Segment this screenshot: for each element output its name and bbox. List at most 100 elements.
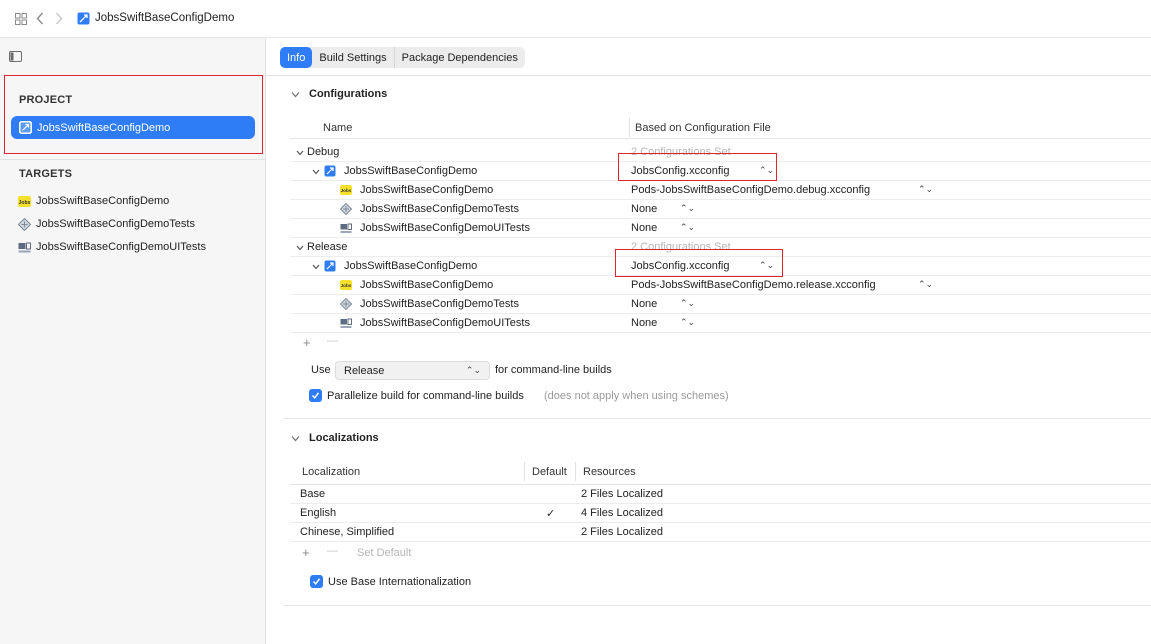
config-file-popup[interactable]: None [631, 317, 657, 329]
command-line-config-select[interactable]: Release ⌃⌄ [335, 361, 490, 380]
toolbar: JobsSwiftBaseConfigDemo [0, 0, 1151, 38]
updown-arrows-icon[interactable]: ⌃⌄ [680, 298, 695, 309]
config-file-popup[interactable]: Pods-JobsSwiftBaseConfigDemo.debug.xccon… [631, 184, 870, 196]
config-target-label: JobsSwiftBaseConfigDemoTests [360, 203, 519, 215]
highlight-box [4, 75, 263, 154]
tab-build-settings[interactable]: Build Settings [312, 47, 395, 68]
unit-test-icon [18, 217, 31, 231]
chevron-down-icon[interactable] [312, 168, 320, 176]
localization-row[interactable]: Base 2 Files Localized [290, 485, 1151, 504]
set-default-button[interactable]: Set Default [357, 547, 411, 559]
use-suffix-label: for command-line builds [495, 364, 612, 376]
config-row-target-tests[interactable]: JobsSwiftBaseConfigDemoTests None ⌃⌄ [290, 295, 1151, 314]
localization-resources: 2 Files Localized [581, 488, 663, 500]
checkmark-icon [311, 392, 320, 399]
config-file-popup[interactable]: None [631, 203, 657, 215]
localization-name: Chinese, Simplified [300, 526, 395, 538]
column-header-default[interactable]: Default [532, 466, 567, 478]
select-value: Release [344, 364, 385, 377]
config-target-label: JobsSwiftBaseConfigDemo [344, 165, 478, 177]
project-icon [324, 260, 336, 272]
remove-localization-button[interactable]: — [327, 545, 338, 557]
unit-test-icon [340, 298, 352, 310]
jobs-app-icon: Jobs [340, 184, 352, 196]
config-row-target-tests[interactable]: JobsSwiftBaseConfigDemoTests None ⌃⌄ [290, 200, 1151, 219]
localization-default-checkmark: ✓ [546, 508, 556, 520]
checkmark-icon [312, 578, 321, 585]
tab-info[interactable]: Info [280, 47, 313, 68]
localization-row[interactable]: English ✓ 4 Files Localized [290, 504, 1151, 523]
chevron-down-icon[interactable] [296, 149, 304, 157]
divider [284, 605, 1151, 606]
localization-resources: 2 Files Localized [581, 526, 663, 538]
parallelize-note: (does not apply when using schemes) [544, 390, 729, 402]
updown-arrows-icon: ⌃⌄ [465, 365, 481, 375]
column-header-localization[interactable]: Localization [302, 466, 360, 478]
add-localization-button[interactable]: + [302, 545, 310, 560]
use-label: Use [311, 364, 331, 376]
config-target-label: JobsSwiftBaseConfigDemo [344, 260, 478, 272]
config-target-label: JobsSwiftBaseConfigDemoTests [360, 298, 519, 310]
localization-row[interactable]: Chinese, Simplified 2 Files Localized [290, 523, 1151, 542]
localizations-title: Localizations [309, 432, 379, 444]
jobs-app-icon: Jobs [18, 195, 31, 208]
sidebar-item-target-tests[interactable]: JobsSwiftBaseConfigDemoTests [18, 214, 195, 234]
sidebar-toggle-icon[interactable] [9, 51, 22, 62]
config-target-label: JobsSwiftBaseConfigDemoUITests [360, 222, 530, 234]
use-base-internationalization-checkbox[interactable] [310, 575, 323, 588]
sidebar-item-label: JobsSwiftBaseConfigDemo [36, 195, 170, 207]
updown-arrows-icon[interactable]: ⌃⌄ [680, 317, 695, 328]
back-chevron-icon[interactable] [36, 12, 44, 25]
column-header-name[interactable]: Name [323, 122, 352, 134]
sidebar: PROJECT JobsSwiftBaseConfigDemo TARGETS … [0, 38, 266, 644]
divider [284, 418, 1151, 419]
divider [290, 138, 1151, 139]
jobs-app-icon: Jobs [340, 279, 352, 291]
config-row-target-app[interactable]: Jobs JobsSwiftBaseConfigDemo Pods-JobsSw… [290, 276, 1151, 295]
grid-icon[interactable] [15, 13, 27, 25]
column-header-based-on[interactable]: Based on Configuration File [635, 122, 771, 134]
sidebar-item-target-app[interactable]: Jobs JobsSwiftBaseConfigDemo [18, 191, 169, 211]
breadcrumb-title[interactable]: JobsSwiftBaseConfigDemo [95, 12, 234, 24]
column-divider [524, 462, 525, 481]
tab-package-dependencies[interactable]: Package Dependencies [395, 47, 525, 68]
updown-arrows-icon[interactable]: ⌃⌄ [680, 203, 695, 214]
config-group-name: Release [307, 241, 348, 253]
localization-name: Base [300, 488, 326, 500]
remove-configuration-button[interactable]: — [327, 335, 338, 347]
updown-arrows-icon[interactable]: ⌃⌄ [918, 184, 933, 195]
parallelize-checkbox[interactable] [309, 389, 322, 402]
config-row-target-uitests[interactable]: JobsSwiftBaseConfigDemoUITests None ⌃⌄ [290, 219, 1151, 238]
editor-area: Info Build Settings Package Dependencies… [266, 38, 1151, 644]
config-row-target-app[interactable]: Jobs JobsSwiftBaseConfigDemo Pods-JobsSw… [290, 181, 1151, 200]
config-row-target-uitests[interactable]: JobsSwiftBaseConfigDemoUITests None ⌃⌄ [290, 314, 1151, 333]
updown-arrows-icon[interactable]: ⌃⌄ [680, 222, 695, 233]
config-group-name: Debug [307, 146, 340, 158]
parallelize-label[interactable]: Parallelize build for command-line build… [327, 390, 524, 402]
sidebar-item-label: JobsSwiftBaseConfigDemoUITests [36, 241, 206, 253]
chevron-down-icon[interactable] [291, 434, 300, 443]
updown-arrows-icon[interactable]: ⌃⌄ [918, 279, 933, 290]
forward-chevron-icon[interactable] [55, 12, 63, 25]
chevron-down-icon[interactable] [312, 263, 320, 271]
highlight-box [618, 153, 777, 181]
sidebar-item-target-uitests[interactable]: JobsSwiftBaseConfigDemoUITests [18, 237, 206, 257]
add-configuration-button[interactable]: + [303, 335, 311, 350]
config-target-label: JobsSwiftBaseConfigDemo [360, 184, 494, 196]
chevron-down-icon[interactable] [296, 244, 304, 252]
use-base-internationalization-label[interactable]: Use Base Internationalization [328, 576, 471, 588]
ui-test-icon [340, 222, 352, 234]
highlight-box [615, 249, 783, 277]
config-file-popup[interactable]: None [631, 222, 657, 234]
column-header-resources[interactable]: Resources [583, 466, 636, 478]
chevron-down-icon[interactable] [291, 90, 300, 99]
sidebar-item-label: JobsSwiftBaseConfigDemoTests [36, 218, 195, 230]
column-divider [629, 118, 630, 137]
config-file-popup[interactable]: None [631, 298, 657, 310]
svg-text:Jobs: Jobs [341, 188, 352, 193]
targets-section-header: TARGETS [19, 168, 73, 180]
unit-test-icon [340, 203, 352, 215]
config-file-popup[interactable]: Pods-JobsSwiftBaseConfigDemo.release.xcc… [631, 279, 876, 291]
divider [0, 159, 266, 160]
ui-test-icon [18, 241, 31, 254]
